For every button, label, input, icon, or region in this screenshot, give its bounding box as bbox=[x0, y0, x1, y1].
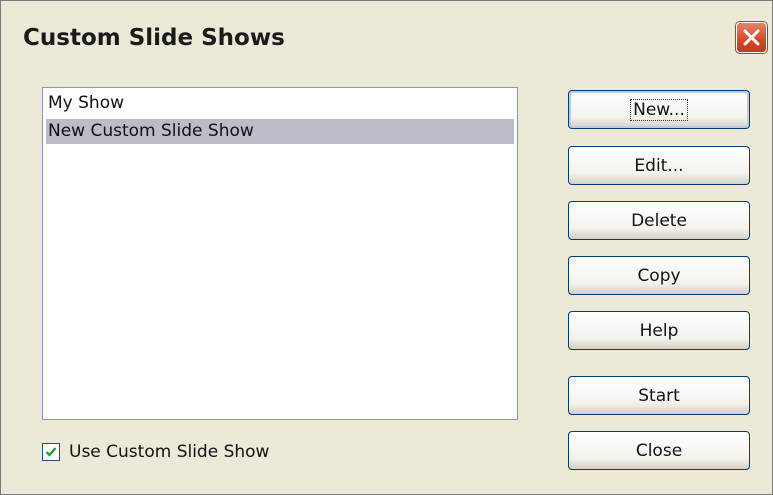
slide-show-list[interactable]: My Show New Custom Slide Show bbox=[42, 87, 518, 420]
delete-button[interactable]: Delete bbox=[568, 201, 750, 240]
checkmark-icon bbox=[45, 447, 57, 457]
start-button-label: Start bbox=[638, 385, 680, 406]
list-item-selected[interactable]: New Custom Slide Show bbox=[46, 119, 514, 144]
dialog-title: Custom Slide Shows bbox=[23, 25, 285, 51]
close-icon bbox=[743, 29, 760, 46]
copy-button-label: Copy bbox=[637, 265, 681, 286]
edit-button-label: Edit... bbox=[634, 155, 684, 176]
close-button[interactable]: Close bbox=[568, 431, 750, 470]
start-button[interactable]: Start bbox=[568, 376, 750, 415]
new-button[interactable]: New... bbox=[568, 90, 750, 129]
use-custom-slide-show-option[interactable]: Use Custom Slide Show bbox=[42, 440, 269, 464]
copy-button[interactable]: Copy bbox=[568, 256, 750, 295]
list-item-label: My Show bbox=[48, 93, 125, 113]
use-custom-slide-show-label: Use Custom Slide Show bbox=[69, 442, 270, 462]
list-item[interactable]: My Show bbox=[46, 91, 514, 116]
help-button-label: Help bbox=[639, 320, 679, 341]
custom-slide-shows-dialog: Custom Slide Shows My Show New Custom Sl… bbox=[0, 0, 773, 495]
title-bar: Custom Slide Shows bbox=[1, 1, 772, 71]
new-button-label: New... bbox=[630, 98, 688, 121]
list-item-label: New Custom Slide Show bbox=[48, 121, 254, 141]
help-button[interactable]: Help bbox=[568, 311, 750, 350]
close-button-label: Close bbox=[635, 440, 683, 461]
edit-button[interactable]: Edit... bbox=[568, 146, 750, 185]
close-window-button[interactable] bbox=[736, 22, 767, 53]
use-custom-slide-show-checkbox[interactable] bbox=[42, 443, 60, 461]
delete-button-label: Delete bbox=[631, 210, 687, 231]
